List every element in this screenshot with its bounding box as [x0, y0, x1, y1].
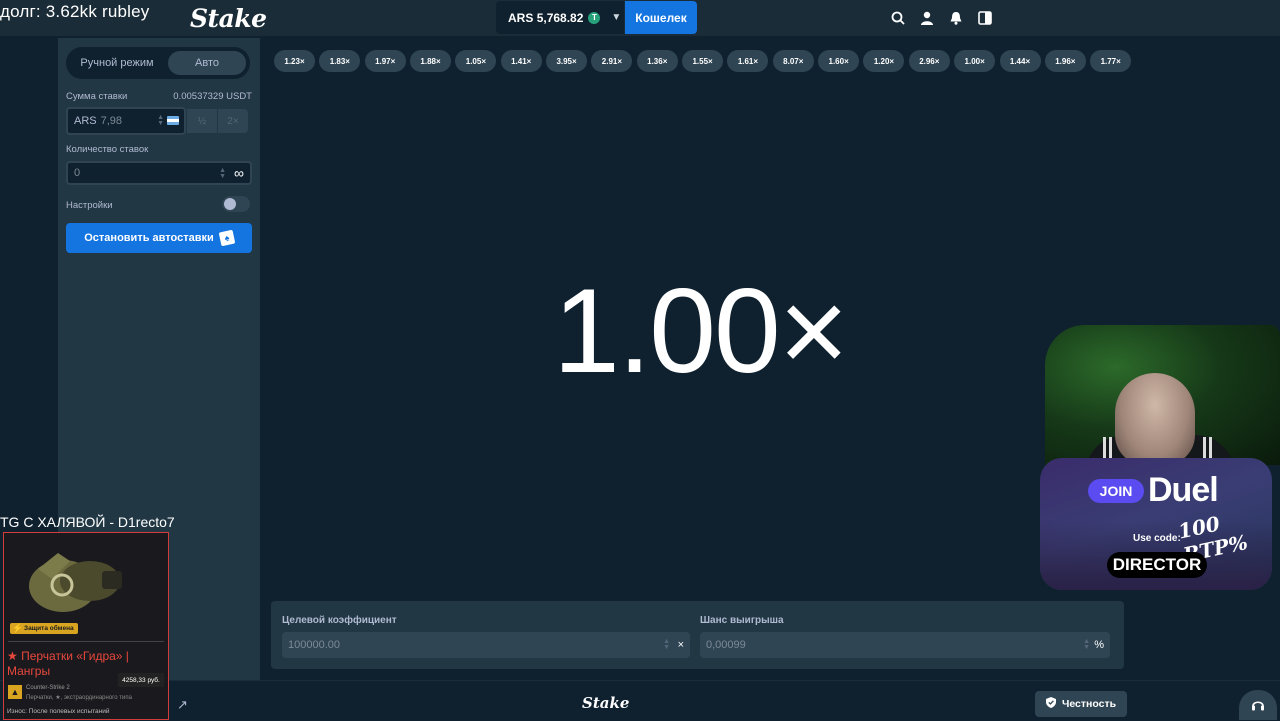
bet-amount-input[interactable]: ARS 7,98 ▲ ▼ — [66, 107, 186, 135]
half-bet-button[interactable]: ½ — [187, 109, 217, 133]
webcam-overlay — [1045, 325, 1280, 465]
item-game: Counter-Strike 2 — [26, 685, 70, 691]
header-icons — [890, 10, 992, 25]
tab-auto-mode[interactable]: Авто — [168, 51, 246, 75]
settings-label: Настройки — [66, 200, 113, 211]
win-chance-value: 0,00099 — [706, 639, 746, 651]
history-pill[interactable]: 1.55× — [682, 50, 724, 72]
infinity-icon[interactable]: ∞ — [234, 165, 244, 181]
mode-toggle: Ручной режим Авто — [66, 47, 250, 79]
stream-debt-overlay: долг: 3.62kk rubley — [0, 2, 150, 21]
history-pill[interactable]: 1.88× — [410, 50, 452, 72]
stream-tg-overlay: TG С ХАЛЯВОЙ - D1recto7 — [0, 514, 175, 530]
history-pill[interactable]: 2.96× — [908, 50, 950, 72]
bet-amount-label: Сумма ставки — [66, 91, 128, 102]
target-multiplier-input[interactable]: 100000.00 ▲ ▼ × — [282, 632, 690, 658]
balance-currency: ARS — [508, 10, 534, 25]
stepper-icon[interactable]: ▲ ▼ — [157, 114, 164, 127]
history-pill[interactable]: 3.95× — [546, 50, 588, 72]
history-pill[interactable]: 1.77× — [1090, 50, 1132, 72]
stop-autobet-button[interactable]: Остановить автоставки ♠ — [66, 223, 252, 253]
history-pill[interactable]: 1.44× — [999, 50, 1041, 72]
history-pill[interactable]: 1.36× — [636, 50, 678, 72]
duel-promo-banner: JOIN Duel 100 RTP% Use code: DIRECTOR — [1040, 458, 1272, 590]
tab-manual-mode[interactable]: Ручной режим — [70, 51, 164, 75]
win-chance-input[interactable]: 0,00099 ▲ ▼ % — [700, 632, 1110, 658]
history-pill[interactable]: 1.61× — [727, 50, 769, 72]
history-pill[interactable]: 2.91× — [591, 50, 633, 72]
fairness-label: Честность — [1061, 698, 1117, 710]
target-multiplier-value: 100000.00 — [288, 639, 340, 651]
history-pill[interactable]: 1.05× — [455, 50, 497, 72]
cards-icon: ♠ — [218, 229, 236, 247]
settings-toggle[interactable] — [222, 196, 250, 212]
join-badge: JOIN — [1088, 479, 1144, 503]
bell-icon[interactable] — [948, 10, 963, 25]
bets-count-value: 0 — [74, 167, 81, 179]
search-icon[interactable] — [890, 10, 905, 25]
history-pill[interactable]: 8.07× — [772, 50, 814, 72]
bets-count-input[interactable]: 0 ▲ ▼ ∞ — [66, 161, 252, 185]
balance-selector[interactable]: ARS 5,768.82 T ▼ — [496, 1, 624, 34]
bet-currency: ARS — [74, 115, 97, 127]
multiplier-history: 1.23× 1.83× 1.97× 1.88× 1.05× 1.41× 3.95× 2.91×… — [274, 50, 1136, 72]
wallet-button[interactable]: Кошелек — [625, 1, 697, 34]
stop-autobet-label: Остановить автоставки — [84, 232, 214, 244]
skin-item-card: ⚡ Защита обмена ★ Перчатки «Гидра» | Ман… — [3, 532, 169, 720]
argentina-flag-icon — [167, 116, 179, 125]
bets-count-label: Количество ставок — [66, 144, 149, 155]
shield-icon — [1045, 697, 1056, 711]
history-pill[interactable]: 1.20× — [863, 50, 905, 72]
history-pill[interactable]: 1.83× — [319, 50, 361, 72]
win-chance-label: Шанс выигрыша — [700, 615, 784, 626]
history-pill[interactable]: 1.41× — [500, 50, 542, 72]
multiply-icon: × — [677, 639, 684, 651]
shield-icon: ⚡ — [12, 623, 24, 633]
webcam-person-head — [1115, 373, 1195, 465]
stepper-icon[interactable]: ▲ ▼ — [1083, 638, 1090, 651]
cs2-icon: ▲ — [8, 685, 22, 699]
chevron-down-icon: ▼ — [611, 12, 622, 23]
bet-value: 7,98 — [100, 115, 123, 127]
balance-value: 5,768.82 — [536, 10, 584, 25]
double-bet-button[interactable]: 2× — [218, 109, 248, 133]
stake-logo[interactable]: Stake — [190, 4, 267, 33]
stepper-icon[interactable]: ▲ ▼ — [219, 167, 226, 180]
item-wear: Износ: После полевых испытаний — [7, 708, 110, 715]
item-price: 4258,33 руб. — [118, 673, 164, 687]
footer-stake-logo: Stake — [582, 694, 630, 712]
expand-icon[interactable]: ↗ — [177, 697, 188, 713]
duel-logo: Duel — [1148, 471, 1219, 509]
history-pill[interactable]: 1.97× — [364, 50, 406, 72]
trade-protection-label: Защита обмена — [24, 625, 74, 632]
promo-code: DIRECTOR — [1107, 552, 1207, 578]
tether-icon: T — [588, 11, 601, 24]
item-type: Перчатки, ★, экстраординарного типа — [26, 695, 132, 701]
item-name: ★ Перчатки «Гидра» | Мангры — [7, 649, 129, 678]
support-headset-icon[interactable] — [1239, 690, 1277, 720]
sidebar-toggle-icon[interactable] — [977, 10, 992, 25]
bet-amount-usdt: 0.00537329 USDT — [173, 91, 252, 102]
history-pill[interactable]: 1.00× — [954, 50, 996, 72]
percent-icon: % — [1094, 639, 1104, 651]
history-pill[interactable]: 1.60× — [818, 50, 860, 72]
fairness-button[interactable]: Честность — [1035, 691, 1127, 717]
divider — [8, 641, 164, 642]
current-multiplier: 1.00× — [553, 264, 849, 398]
history-pill[interactable]: 1.23× — [274, 50, 315, 72]
user-icon[interactable] — [919, 10, 934, 25]
history-pill[interactable]: 1.96× — [1044, 50, 1086, 72]
stepper-icon[interactable]: ▲ ▼ — [663, 638, 670, 651]
target-multiplier-label: Целевой коэффициент — [282, 615, 397, 626]
glove-image — [29, 553, 122, 612]
game-controls: Целевой коэффициент 100000.00 ▲ ▼ × Шанс … — [271, 601, 1124, 669]
trade-protection-badge: ⚡ Защита обмена — [10, 623, 78, 634]
toggle-knob — [224, 198, 236, 210]
use-code-label: Use code: — [1133, 533, 1181, 544]
